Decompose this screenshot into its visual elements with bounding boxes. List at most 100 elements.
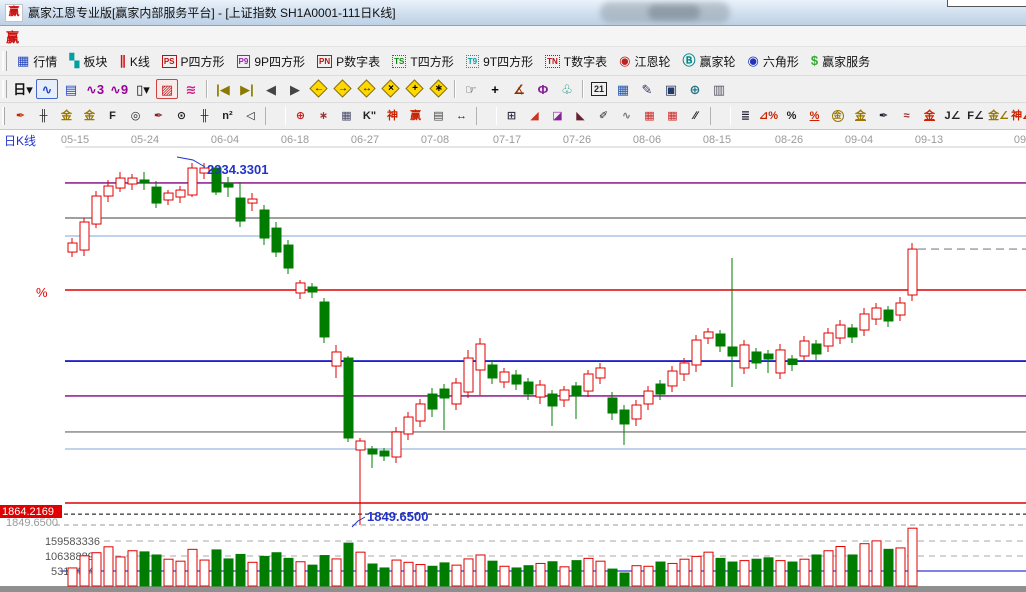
menu-item[interactable] [156,35,172,37]
span-arrow-button[interactable]: ↔ [451,106,472,126]
last-page-button[interactable]: ▶| [236,79,258,99]
winner-service-button[interactable]: $ 赢家服务 [805,50,876,72]
shen-button[interactable]: 神 [382,106,403,126]
percent-lines-button[interactable]: % [804,106,825,126]
period-day-button[interactable]: 日▾ [12,79,34,99]
hexagon-button[interactable]: ◉ 六角形 [742,50,805,72]
toolbar-label: 9T四方形 [483,53,533,70]
volume-bar [812,555,821,586]
time-cycle-button[interactable]: ⊙ [171,106,192,126]
wave-9-button[interactable]: ∿9 [108,79,130,99]
menu-item[interactable] [124,35,140,37]
n2-button[interactable]: n² [217,106,238,126]
toolbar-icon: % [787,111,797,122]
sectors-button[interactable]: ▚ 板块 [63,50,113,72]
zoom-horizontal-button[interactable]: ↔ [356,79,378,99]
detail-list-button[interactable]: ≣ [735,106,756,126]
menu-item[interactable] [92,35,108,37]
t-percent-button[interactable]: ⊿% [758,106,779,126]
menu-item[interactable] [60,35,76,37]
gold-lines-button[interactable]: 金 [850,106,871,126]
cloud-tool-button[interactable]: ♧ [556,79,578,99]
quotes-button[interactable]: ▦ 行情 [11,50,63,72]
slant-lines-button[interactable]: ∕∕ [685,106,706,126]
overlay-curve-button[interactable]: ∿ [36,79,58,99]
menu-item[interactable] [108,35,124,37]
menu-item[interactable] [44,35,60,37]
toolbar-grip[interactable] [2,51,7,71]
kline-button[interactable]: ∥ K线 [113,50,156,72]
gold-circle-button[interactable]: 金 [827,106,848,126]
k-quote-button[interactable]: K" [359,106,380,126]
candle-brush-button[interactable]: ✒ [873,106,894,126]
fan-dense-button[interactable]: ◣ [570,106,591,126]
system-button[interactable]: ▥ [708,79,730,99]
shift-left-button[interactable]: ← [308,79,330,99]
trendline-brush-button[interactable]: ✒ [10,106,31,126]
p-square-button[interactable]: PS P四方形 [156,50,231,72]
shift-right-button[interactable]: → [332,79,354,99]
angle-tool-button[interactable]: ∡ [508,79,530,99]
first-page-button[interactable]: |◀ [212,79,234,99]
compress-button[interactable]: × [380,79,402,99]
wave-channel-button[interactable]: ≈ [896,106,917,126]
next-page-button[interactable]: ▶ [284,79,306,99]
gold-angle-button[interactable]: 金∠ [988,106,1009,126]
web-button[interactable]: ⊕ [684,79,706,99]
fan-box-button[interactable]: ◪ [547,106,568,126]
calendar-button[interactable]: 21 [588,79,610,99]
menu-item[interactable] [140,35,156,37]
wave-dots-button[interactable]: ∿ [616,106,637,126]
expand-all-button[interactable]: ∗ [428,79,450,99]
net-grid-button[interactable]: ▦ [336,106,357,126]
gold-grid-b-button[interactable]: 金 [79,106,100,126]
fan-red-button[interactable]: ◢ [524,106,545,126]
f-comb-button[interactable]: F [102,106,123,126]
p9-square-button[interactable]: P9 9P四方形 [231,50,311,72]
spiral-button[interactable]: ◎ [125,106,146,126]
hand-tool-button[interactable]: ☞ [460,79,482,99]
gann-shape-button[interactable]: Φ [532,79,554,99]
t-number-button[interactable]: TN T数字表 [539,50,613,72]
toolbar-grip[interactable] [2,80,7,99]
grid-red-b-button[interactable]: ▦ [662,106,683,126]
j-angle-button[interactable]: J∠ [942,106,963,126]
menu-item[interactable] [172,35,188,37]
menu-item[interactable] [28,35,44,37]
crosshair-button[interactable]: + [484,79,506,99]
toolbar-grip[interactable] [2,107,5,126]
circle-cross-button[interactable]: ⊕ [290,106,311,126]
gold-red-button[interactable]: 金 [919,106,940,126]
prev-page-button[interactable]: ◀ [260,79,282,99]
trend-pen-button[interactable]: ✐ [593,106,614,126]
ying-button[interactable]: 赢 [405,106,426,126]
comb2-button[interactable]: ╫ [194,106,215,126]
f-angle-button[interactable]: F∠ [965,106,986,126]
shen-angle-button[interactable]: 神∠ [1011,106,1026,126]
bottom-scroll-strip[interactable] [0,586,1026,592]
grid-red-a-button[interactable]: ▦ [639,106,660,126]
gold-grid-a-button[interactable]: 金 [56,106,77,126]
pattern-button[interactable]: ▨ [156,79,178,99]
percent-button[interactable]: % [781,106,802,126]
grid-123-button[interactable]: ▤ [428,106,449,126]
expand-button[interactable]: + [404,79,426,99]
t-square-button[interactable]: TS T四方形 [386,50,460,72]
mirror-angle-button[interactable]: ◁ [240,106,261,126]
save-button[interactable]: ▣ [660,79,682,99]
box-measure-button[interactable]: ⊞ [501,106,522,126]
gann-wheel-button[interactable]: ◉ 江恩轮 [613,50,676,72]
notes-button[interactable]: ✎ [636,79,658,99]
calculator-button[interactable]: ▦ [612,79,634,99]
winner-wheel-button[interactable]: Ⓑ 赢家轮 [676,50,741,72]
volume-profile-button[interactable]: ≋ [180,79,202,99]
candle-style-button[interactable]: ▯▾ [132,79,154,99]
f10-info-button[interactable]: ▤ [60,79,82,99]
brush2-button[interactable]: ✒ [148,106,169,126]
web-star-button[interactable]: ∗ [313,106,334,126]
menu-item[interactable] [76,35,92,37]
t9-square-button[interactable]: T9 9T四方形 [460,50,539,72]
tick-comb-button[interactable]: ╫ [33,106,54,126]
p-number-button[interactable]: PN P数字表 [311,50,386,72]
wave-3-button[interactable]: ∿3 [84,79,106,99]
